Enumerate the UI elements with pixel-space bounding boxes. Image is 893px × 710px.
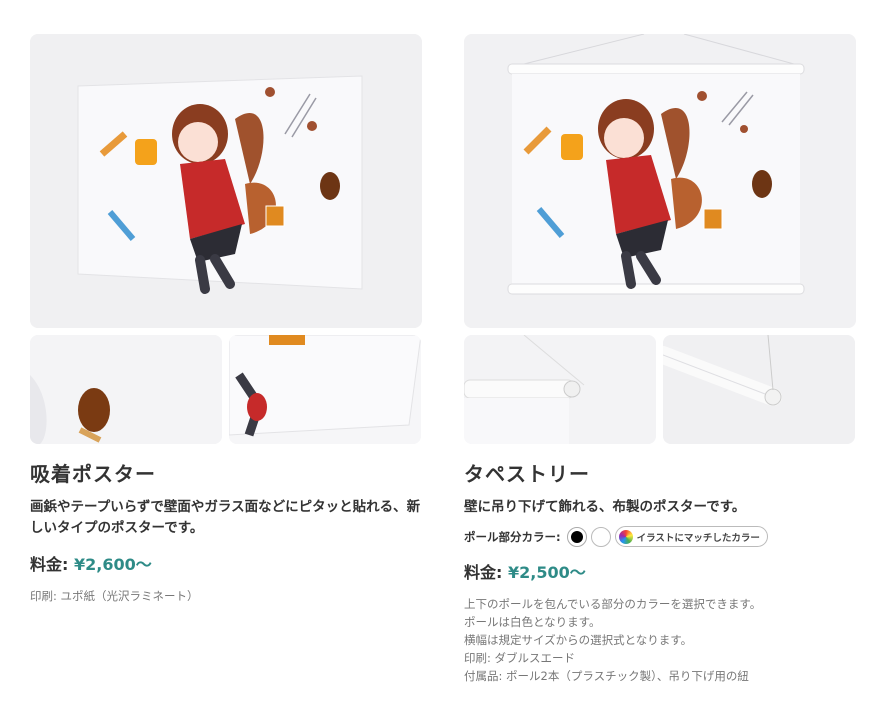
thumbnail-row: [30, 335, 422, 444]
product-title: タペストリー: [464, 462, 590, 486]
pole-color-selector: ポール部分カラー: イラストにマッチしたカラー: [464, 526, 856, 547]
thumbnail-1[interactable]: [30, 335, 222, 444]
thumbnail-2[interactable]: [229, 335, 421, 444]
product-title: 吸着ポスター: [30, 462, 156, 486]
price-label: 料金:: [30, 555, 69, 574]
note-line: 付属品: ポール2本（プラスチック製）、吊り下げ用の紐: [464, 669, 749, 683]
thumbnail-1[interactable]: [464, 335, 656, 444]
product-description: 壁に吊り下げて飾れる、布製のポスターです。: [464, 499, 746, 515]
tapestry-illustration: [464, 34, 856, 328]
note-line: ポールは白色となります。: [464, 615, 601, 629]
pole-color-label: ポール部分カラー:: [464, 529, 561, 544]
poster-corner-detail: [229, 335, 421, 444]
product-price: 料金: ¥2,500〜: [464, 559, 856, 583]
product-card-suction-poster: 吸着ポスター 画鋲やテープいらずで壁面やガラス面などにピタッと貼れる、新しいタイ…: [30, 34, 422, 605]
note-line: 印刷: ダブルスエード: [464, 651, 576, 665]
price-label: 料金:: [464, 563, 503, 582]
note-line: 印刷: ユポ紙（光沢ラミネート）: [30, 589, 199, 603]
poster-illustration: [30, 34, 422, 328]
thumbnail-row: [464, 335, 856, 444]
product-main-image[interactable]: [464, 34, 856, 328]
thumbnail-2[interactable]: [663, 335, 855, 444]
rainbow-palette-icon: [618, 529, 633, 544]
product-price: 料金: ¥2,600〜: [30, 551, 422, 575]
product-main-image[interactable]: [30, 34, 422, 328]
price-amount: ¥2,600〜: [73, 555, 152, 574]
product-description: 画鋲やテープいらずで壁面やガラス面などにピタッと貼れる、新しいタイプのポスターで…: [30, 499, 421, 536]
product-notes: 印刷: ユポ紙（光沢ラミネート）: [30, 587, 422, 605]
color-swatch-white[interactable]: [590, 526, 611, 547]
pole-side-detail: [663, 335, 855, 444]
note-line: 横幅は規定サイズからの選択式となります。: [464, 633, 693, 647]
product-notes: 上下のポールを包んでいる部分のカラーを選択できます。 ポールは白色となります。 …: [464, 595, 856, 685]
match-color-button[interactable]: イラストにマッチしたカラー: [614, 526, 768, 547]
note-line: 上下のポールを包んでいる部分のカラーを選択できます。: [464, 597, 762, 611]
match-color-label: イラストにマッチしたカラー: [636, 532, 760, 544]
product-card-tapestry: タペストリー 壁に吊り下げて飾れる、布製のポスターです。 ポール部分カラー: イ…: [464, 34, 856, 685]
color-swatch-black[interactable]: [566, 526, 587, 547]
pole-end-detail: [464, 335, 656, 444]
price-amount: ¥2,500〜: [507, 563, 586, 582]
poster-peel-detail: [30, 335, 222, 444]
